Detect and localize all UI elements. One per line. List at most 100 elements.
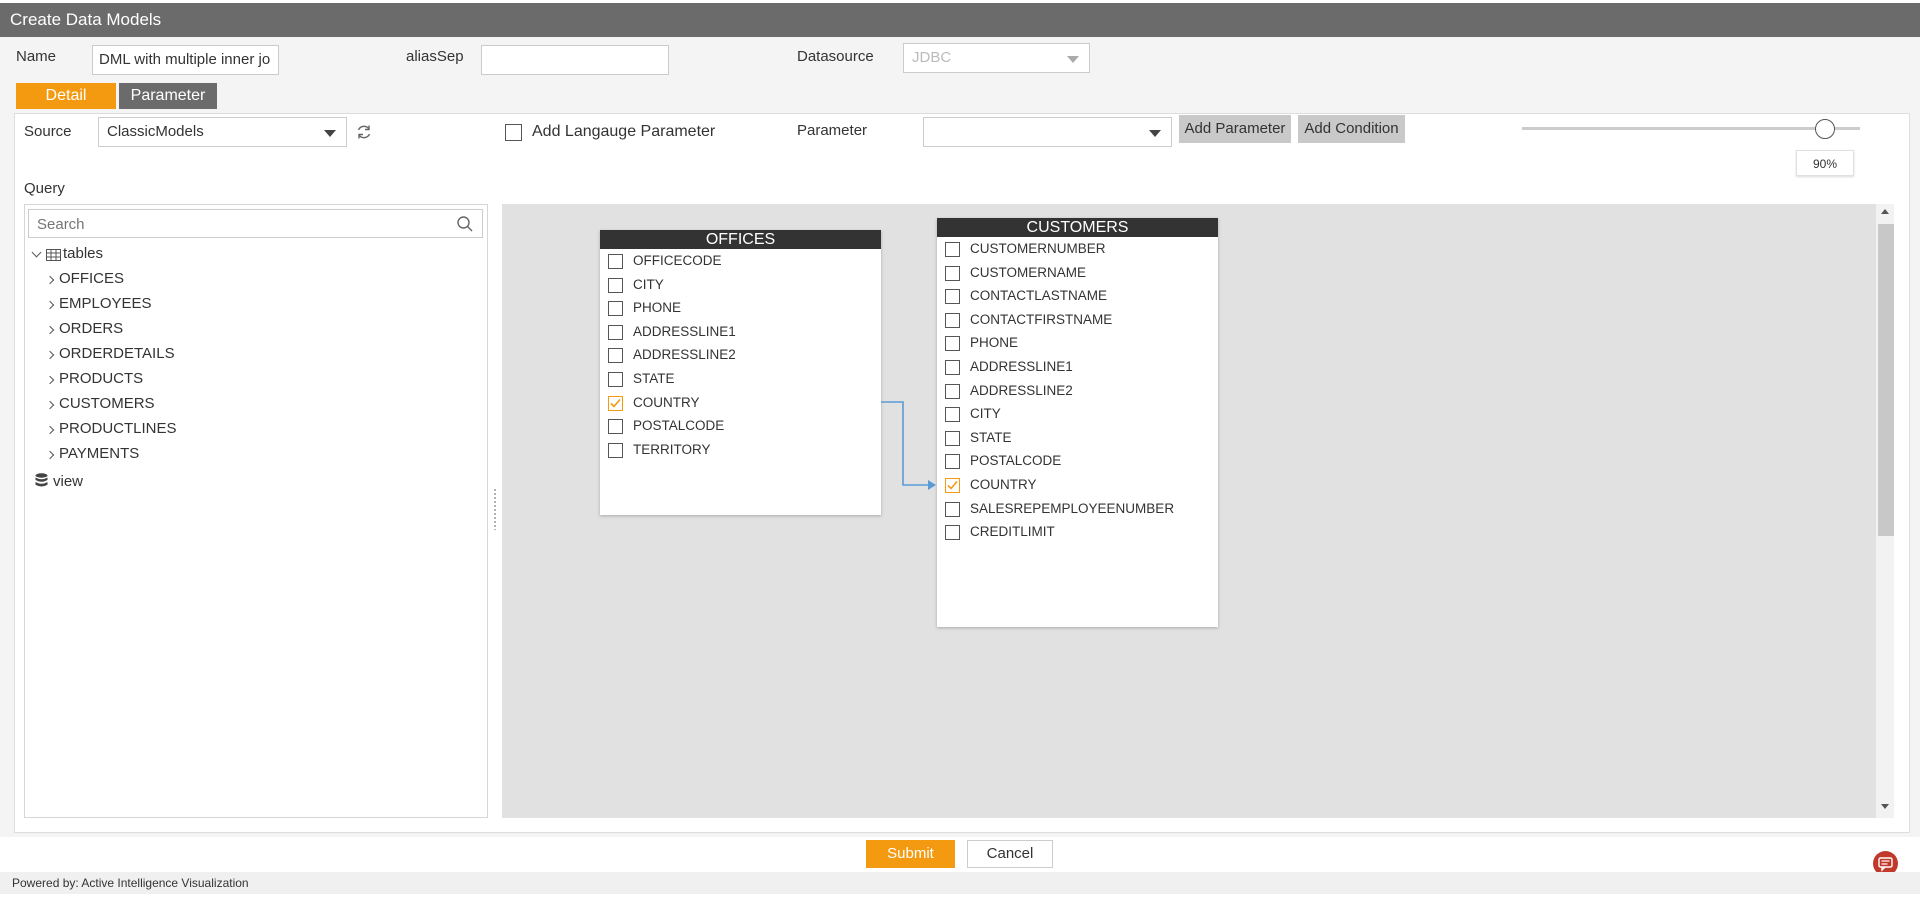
field-name[interactable]: POSTALCODE	[633, 418, 724, 433]
field-name[interactable]: SALESREPEMPLOYEENUMBER	[970, 501, 1174, 516]
chevron-down-icon	[324, 130, 336, 137]
field-name[interactable]: CITY	[633, 277, 664, 292]
field-name[interactable]: COUNTRY	[970, 477, 1037, 492]
field-checkbox[interactable]	[608, 442, 623, 458]
field-checkbox[interactable]	[608, 395, 623, 411]
add-language-label: Add Langauge Parameter	[532, 123, 716, 140]
field-name[interactable]: COUNTRY	[633, 395, 700, 410]
check-icon	[947, 480, 958, 490]
field-checkbox[interactable]	[945, 289, 960, 305]
chevron-down-icon	[1067, 56, 1079, 63]
field-checkbox[interactable]	[608, 372, 623, 387]
database-icon	[35, 473, 48, 488]
field-name[interactable]: OFFICECODE	[633, 253, 722, 268]
tab-detail[interactable]: Detail	[16, 83, 116, 109]
field-checkbox[interactable]	[945, 478, 960, 493]
tree-node-table[interactable]: PAYMENTS	[59, 445, 139, 462]
tree-node-table[interactable]: ORDERDETAILS	[59, 345, 175, 362]
field-name[interactable]: ADDRESSLINE1	[970, 359, 1073, 374]
field-checkbox[interactable]	[945, 454, 960, 470]
field-name[interactable]: CREDITLIMIT	[970, 524, 1055, 539]
join-connector[interactable]	[880, 395, 940, 490]
field-checkbox[interactable]	[945, 242, 960, 257]
tree-node-table[interactable]: PRODUCTS	[59, 370, 143, 387]
check-icon	[610, 398, 621, 408]
query-label: Query	[24, 180, 65, 197]
datasource-label: Datasource	[797, 48, 874, 65]
zoom-slider-handle[interactable]	[1815, 119, 1835, 139]
field-checkbox[interactable]	[945, 383, 960, 399]
field-name[interactable]: ADDRESSLINE1	[633, 324, 736, 339]
source-select[interactable]: ClassicModels	[98, 117, 347, 147]
parameter-select[interactable]	[923, 117, 1172, 147]
field-checkbox[interactable]	[608, 301, 623, 317]
field-checkbox[interactable]	[945, 360, 960, 375]
field-checkbox[interactable]	[945, 525, 960, 541]
field-checkbox[interactable]	[945, 430, 960, 446]
field-name[interactable]: PHONE	[633, 300, 681, 315]
field-name[interactable]: CUSTOMERNAME	[970, 265, 1086, 280]
submit-button[interactable]: Submit	[866, 840, 955, 868]
field-checkbox[interactable]	[608, 348, 623, 364]
datasource-value: JDBC	[912, 49, 952, 66]
field-name[interactable]: ADDRESSLINE2	[633, 347, 736, 362]
table-header[interactable]: CUSTOMERS	[937, 218, 1218, 237]
table-card-offices[interactable]: OFFICES OFFICECODE CITY PHONE ADDRESSLINE1 A…	[600, 230, 881, 515]
name-label: Name	[16, 48, 57, 65]
field-name[interactable]: CONTACTFIRSTNAME	[970, 312, 1112, 327]
tree-node-table[interactable]: ORDERS	[59, 320, 123, 337]
tree-node-table[interactable]: CUSTOMERS	[59, 395, 155, 412]
field-checkbox[interactable]	[945, 501, 960, 517]
source-label: Source	[24, 123, 72, 140]
add-condition-button[interactable]: Add Condition	[1298, 115, 1405, 143]
field-checkbox[interactable]	[945, 265, 960, 281]
splitter-handle[interactable]	[493, 488, 498, 530]
field-name[interactable]: CONTACTLASTNAME	[970, 288, 1107, 303]
add-language-checkbox[interactable]	[505, 124, 522, 141]
datasource-select[interactable]: JDBC	[903, 43, 1090, 73]
table-card-customers[interactable]: CUSTOMERS CUSTOMERNUMBER CUSTOMERNAME CONT…	[937, 218, 1218, 627]
field-name[interactable]: CUSTOMERNUMBER	[970, 241, 1106, 256]
tree-node-table[interactable]: EMPLOYEES	[59, 295, 152, 312]
powered-by-footer: Powered by: Active Intelligence Visualiz…	[0, 872, 1920, 894]
tab-parameter[interactable]: Parameter	[119, 83, 217, 109]
field-name[interactable]: CITY	[970, 406, 1001, 421]
search-input[interactable]	[35, 213, 439, 236]
search-field[interactable]	[28, 209, 483, 238]
field-checkbox[interactable]	[608, 419, 623, 435]
tree-node-table[interactable]: OFFICES	[59, 270, 124, 287]
chevron-down-icon	[1149, 130, 1161, 137]
field-checkbox[interactable]	[945, 336, 960, 352]
search-icon[interactable]	[456, 215, 474, 233]
zoom-slider-track[interactable]	[1522, 127, 1860, 130]
scroll-down-icon[interactable]	[1881, 804, 1889, 809]
add-parameter-button[interactable]: Add Parameter	[1179, 115, 1291, 143]
parameter-label: Parameter	[797, 122, 868, 139]
field-name[interactable]: TERRITORY	[633, 442, 711, 457]
field-name[interactable]: STATE	[970, 430, 1012, 445]
refresh-icon[interactable]	[355, 123, 373, 141]
field-name[interactable]: STATE	[633, 371, 675, 386]
scroll-up-icon[interactable]	[1881, 209, 1889, 214]
alias-sep-label: aliasSep	[406, 48, 464, 65]
source-value: ClassicModels	[107, 123, 204, 140]
table-icon	[46, 248, 61, 261]
window-title: Create Data Models	[0, 3, 1920, 37]
field-name[interactable]: ADDRESSLINE2	[970, 383, 1073, 398]
tree-node-tables[interactable]: tables	[63, 245, 103, 262]
field-checkbox[interactable]	[608, 254, 623, 269]
field-checkbox[interactable]	[608, 277, 623, 293]
table-header[interactable]: OFFICES	[600, 230, 881, 249]
name-input[interactable]: DML with multiple inner jo	[92, 45, 279, 75]
field-checkbox[interactable]	[608, 324, 623, 340]
field-checkbox[interactable]	[945, 407, 960, 423]
field-name[interactable]: PHONE	[970, 335, 1018, 350]
alias-sep-input[interactable]	[481, 45, 669, 75]
canvas-scrollbar-thumb[interactable]	[1878, 224, 1894, 536]
field-checkbox[interactable]	[945, 312, 960, 328]
field-name[interactable]: POSTALCODE	[970, 453, 1061, 468]
tree-node-table[interactable]: PRODUCTLINES	[59, 420, 177, 437]
tree-node-view[interactable]: view	[53, 473, 83, 490]
zoom-level: 90%	[1796, 150, 1854, 176]
cancel-button[interactable]: Cancel	[967, 840, 1053, 868]
